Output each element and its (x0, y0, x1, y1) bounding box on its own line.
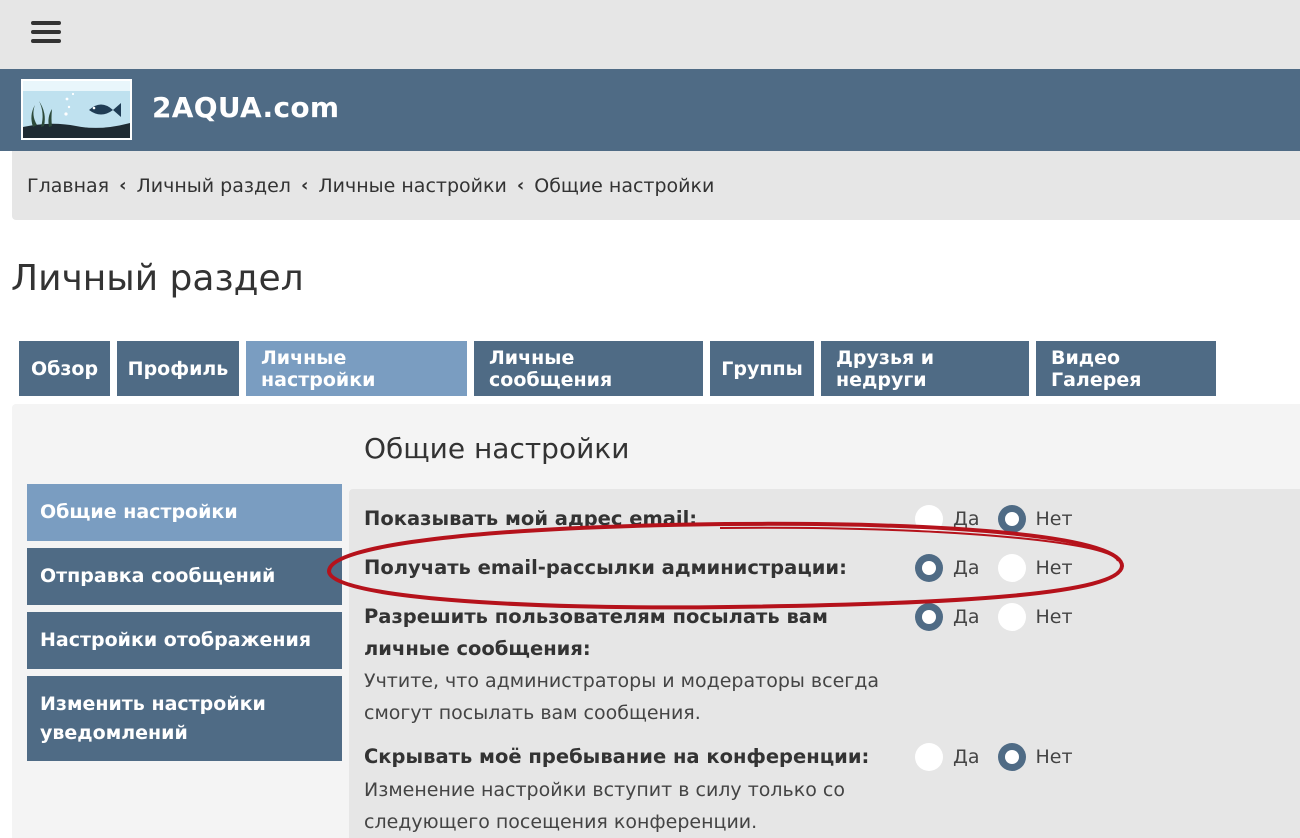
breadcrumb-personal-settings[interactable]: Личные настройки (318, 175, 506, 197)
radio-label-no: Нет (1035, 508, 1073, 530)
radio-admin-emails-yes[interactable] (915, 554, 943, 582)
breadcrumb-home[interactable]: Главная (27, 175, 109, 197)
radio-hide-online-no[interactable] (997, 743, 1026, 771)
sidenav-item-display-settings[interactable]: Настройки отображения (27, 612, 342, 669)
radio-admin-emails-no[interactable] (997, 554, 1026, 582)
setting-label-hide-online: Скрывать моё пребывание на конференции: (364, 745, 870, 768)
radio-group-show-email: Да Нет (915, 505, 1091, 533)
radio-group-allow-pm: Да Нет (915, 603, 1091, 631)
tab-groups[interactable]: Группы (710, 341, 814, 396)
tab-bar: Обзор Профиль Личные настройки Личные со… (19, 341, 1223, 396)
radio-label-yes: Да (953, 508, 980, 530)
setting-label-allow-pm: Разрешить пользователям посылать вам (364, 605, 828, 628)
setting-note-allow-pm: Учтите, что администраторы и модераторы … (364, 670, 880, 692)
tab-profile[interactable]: Профиль (117, 341, 239, 396)
radio-label-no: Нет (1035, 606, 1073, 628)
radio-label-yes: Да (953, 557, 980, 579)
setting-label-admin-emails: Получать email-рассылки администрации: (364, 556, 847, 579)
tab-friends-foes[interactable]: Друзья и недруги (821, 341, 1029, 396)
setting-note-hide-online-line2: следующего посещения конференции. (364, 811, 758, 833)
radio-allow-pm-yes[interactable] (915, 603, 943, 631)
radio-group-hide-online: Да Нет (915, 743, 1091, 771)
radio-hide-online-yes[interactable] (915, 743, 943, 771)
tab-personal-settings[interactable]: Личные настройки (246, 341, 467, 396)
setting-label-show-email: Показывать мой адрес email: (364, 507, 698, 530)
radio-allow-pm-no[interactable] (997, 603, 1026, 631)
radio-show-email-yes[interactable] (915, 505, 943, 533)
breadcrumb-separator-icon: ‹ (300, 175, 309, 196)
setting-note-allow-pm-line2: смогут посылать вам сообщения. (364, 702, 701, 724)
site-name[interactable]: 2AQUA.com (152, 91, 339, 124)
breadcrumb-general-settings[interactable]: Общие настройки (534, 175, 714, 197)
section-title: Общие настройки (364, 432, 630, 465)
radio-label-no: Нет (1035, 557, 1073, 579)
breadcrumb-separator-icon: ‹ (516, 175, 525, 196)
tab-overview[interactable]: Обзор (19, 341, 110, 396)
breadcrumb-separator-icon: ‹ (119, 175, 127, 196)
sidenav-item-sending-messages[interactable]: Отправка сообщений (27, 548, 342, 605)
page-title: Личный раздел (11, 258, 304, 299)
tab-video-gallery[interactable]: Видео Галерея (1036, 341, 1216, 396)
side-navigation: Общие настройки Отправка сообщений Настр… (27, 484, 342, 768)
setting-note-hide-online: Изменение настройки вступит в силу тольк… (364, 779, 845, 801)
sidenav-item-notification-settings[interactable]: Изменить настройки уведомлений (27, 676, 342, 761)
radio-label-no: Нет (1035, 746, 1073, 768)
hamburger-menu-icon[interactable] (31, 21, 61, 45)
breadcrumb-personal-section[interactable]: Личный раздел (137, 175, 291, 197)
sidenav-item-general-settings[interactable]: Общие настройки (27, 484, 342, 541)
top-bar (0, 0, 1300, 69)
radio-label-yes: Да (953, 746, 980, 768)
aquarium-fish-logo-icon[interactable] (21, 79, 132, 140)
setting-label-allow-pm-line2: личные сообщения: (364, 637, 591, 660)
breadcrumb: Главная ‹ Личный раздел ‹ Личные настрой… (12, 151, 1300, 220)
site-header: 2AQUA.com (0, 69, 1300, 151)
radio-group-admin-emails: Да Нет (915, 554, 1091, 582)
tab-personal-messages[interactable]: Личные сообщения (474, 341, 703, 396)
radio-show-email-no[interactable] (997, 505, 1026, 533)
radio-label-yes: Да (953, 606, 980, 628)
